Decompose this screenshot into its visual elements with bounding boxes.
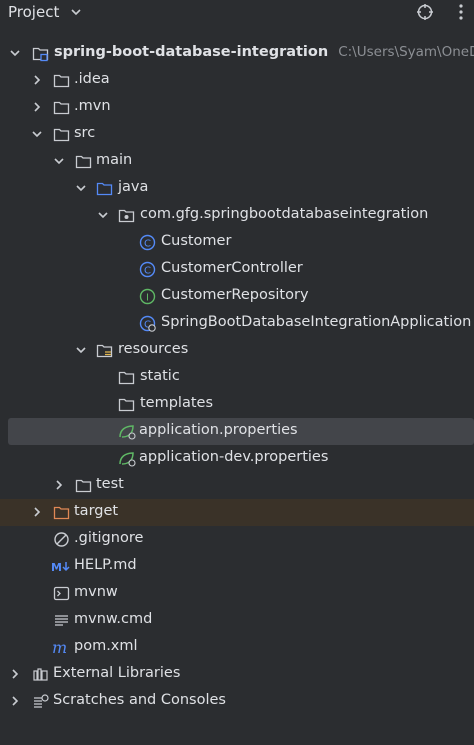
spring-boot-class-icon: C	[139, 315, 156, 332]
tree-item-idea[interactable]: .idea	[0, 67, 474, 94]
svg-text:m: m	[52, 639, 67, 656]
tree-item-label: test	[96, 476, 124, 492]
tree-item-static[interactable]: static	[0, 364, 474, 391]
module-folder-icon	[32, 45, 49, 62]
tree-item-label: .gitignore	[74, 530, 144, 546]
tree-item-external-libraries[interactable]: External Libraries	[0, 661, 474, 688]
tree-item-label: com.gfg.springbootdatabaseintegration	[140, 206, 429, 222]
tree-item-label: Customer	[161, 233, 232, 249]
tree-item-root[interactable]: spring-boot-database-integration C:\Users…	[0, 40, 474, 67]
tree-item-label: CustomerRepository	[161, 287, 309, 303]
tree-item-label: spring-boot-database-integration	[54, 44, 329, 60]
tree-item-label: External Libraries	[53, 665, 181, 681]
tree-item-mvnw-cmd[interactable]: mvnw.cmd	[0, 607, 474, 634]
tree-item-main[interactable]: main	[0, 148, 474, 175]
tree-item-label: application.properties	[139, 422, 298, 438]
chevron-right-icon[interactable]	[30, 73, 44, 87]
tree-item-label: src	[74, 125, 96, 141]
folder-icon	[118, 369, 135, 386]
tree-item-resources[interactable]: resources	[0, 337, 474, 364]
chevron-down-icon[interactable]	[74, 343, 88, 357]
chevron-down-icon[interactable]	[8, 46, 22, 60]
tree-item-label: templates	[140, 395, 214, 411]
project-path: C:\Users\Syam\OneD	[338, 44, 474, 60]
folder-icon	[75, 153, 92, 170]
tree-item-label: static	[140, 368, 180, 384]
tree-item-label: HELP.md	[74, 557, 137, 573]
folder-icon	[53, 72, 70, 89]
chevron-right-icon[interactable]	[30, 505, 44, 519]
tree-item-target[interactable]: target	[0, 499, 474, 526]
folder-icon	[53, 99, 70, 116]
tree-item-help-md[interactable]: M HELP.md	[0, 553, 474, 580]
tree-item-label: resources	[118, 341, 189, 357]
tree-item-customer[interactable]: C Customer	[0, 229, 474, 256]
tree-item-mvn[interactable]: .mvn	[0, 94, 474, 121]
ignore-file-icon	[53, 531, 70, 548]
folder-icon	[75, 477, 92, 494]
chevron-right-icon[interactable]	[30, 100, 44, 114]
scratches-icon	[32, 693, 49, 710]
tree-item-customer-repository[interactable]: I CustomerRepository	[0, 283, 474, 310]
project-header: Project	[0, 0, 474, 26]
folder-icon	[53, 126, 70, 143]
tree-item-gitignore[interactable]: .gitignore	[0, 526, 474, 553]
tree-item-label: Scratches and Consoles	[53, 692, 226, 708]
svg-text:M: M	[51, 561, 62, 574]
tree-item-label: mvnw	[74, 584, 118, 600]
interface-icon: I	[139, 288, 156, 305]
text-file-icon	[53, 612, 70, 629]
tree-item-test[interactable]: test	[0, 472, 474, 499]
more-options-icon[interactable]	[452, 3, 470, 21]
tree-item-label: SpringBootDatabaseIntegrationApplication	[161, 314, 472, 330]
chevron-down-icon[interactable]	[96, 208, 110, 222]
class-icon: C	[139, 261, 156, 278]
tree-item-pom-xml[interactable]: m pom.xml	[0, 634, 474, 661]
tree-item-label: java	[118, 179, 149, 195]
chevron-down-icon[interactable]	[52, 154, 66, 168]
chevron-down-icon[interactable]	[70, 5, 82, 19]
tree-item-label: main	[96, 152, 133, 168]
chevron-down-icon[interactable]	[30, 127, 44, 141]
chevron-right-icon[interactable]	[52, 478, 66, 492]
resources-folder-icon	[96, 342, 113, 359]
chevron-down-icon[interactable]	[74, 181, 88, 195]
package-icon	[118, 207, 135, 224]
tree-item-label: idea	[78, 71, 110, 87]
markdown-icon: M	[51, 558, 73, 575]
tree-item-application-properties[interactable]: application.properties	[8, 418, 474, 445]
class-icon: C	[139, 234, 156, 251]
excluded-folder-icon	[53, 504, 70, 521]
svg-text:C: C	[144, 238, 151, 249]
maven-icon: m	[52, 639, 72, 656]
tree-item-label: target	[74, 503, 119, 519]
tree-item-label: CustomerController	[161, 260, 303, 276]
shell-script-icon	[53, 585, 70, 602]
svg-text:I: I	[146, 292, 149, 303]
tree-item-java[interactable]: java	[0, 175, 474, 202]
tree-item-application[interactable]: C SpringBootDatabaseIntegrationApplicati…	[0, 310, 474, 337]
tree-item-mvnw[interactable]: mvnw	[0, 580, 474, 607]
tree-item-application-dev-properties[interactable]: application-dev.properties	[0, 445, 474, 472]
chevron-right-icon[interactable]	[8, 667, 22, 681]
source-folder-icon	[96, 180, 113, 197]
tree-item-label: application-dev.properties	[139, 449, 329, 465]
spring-properties-icon	[118, 450, 136, 467]
svg-text:C: C	[144, 265, 151, 276]
tree-item-customer-controller[interactable]: C CustomerController	[0, 256, 474, 283]
library-icon	[32, 666, 49, 683]
chevron-right-icon[interactable]	[8, 694, 22, 708]
tree-item-scratches[interactable]: Scratches and Consoles	[0, 688, 474, 715]
spring-properties-icon	[118, 423, 136, 440]
folder-icon	[118, 396, 135, 413]
locate-target-icon[interactable]	[416, 3, 434, 21]
tree-item-label: mvnw.cmd	[74, 611, 153, 627]
tree-item-package[interactable]: com.gfg.springbootdatabaseintegration	[0, 202, 474, 229]
tree-item-templates[interactable]: templates	[0, 391, 474, 418]
tree-item-label: mvn	[78, 98, 111, 114]
tree-item-label: pom.xml	[74, 638, 138, 654]
tree-item-src[interactable]: src	[0, 121, 474, 148]
project-title[interactable]: Project	[8, 3, 59, 21]
